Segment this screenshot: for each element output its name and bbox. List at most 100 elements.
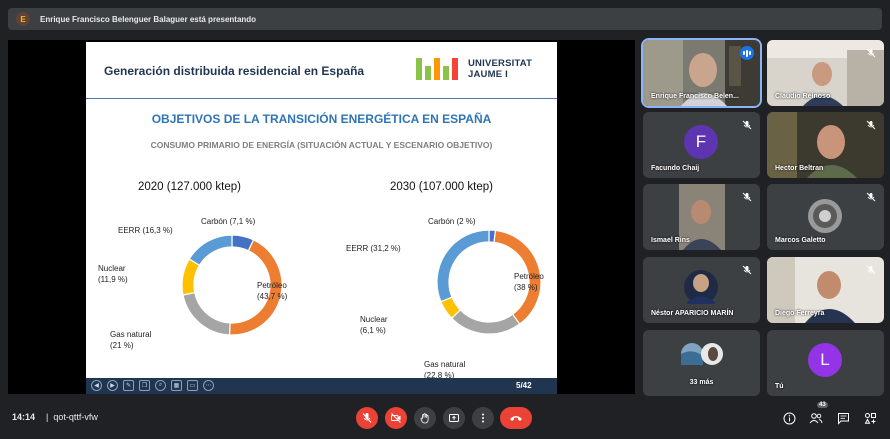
mic-off-icon — [362, 413, 372, 423]
slide-page-number: 5/42 — [516, 381, 532, 390]
chat-icon — [837, 412, 849, 425]
slide-footer: ◀ ▶ ✎ ❐ ⌕ ▦ ▭ ⋯ 5/42 — [86, 378, 557, 394]
bottom-bar: 14:14 | qot-qttf-vfw 43 — [0, 400, 890, 439]
people-button[interactable] — [808, 410, 824, 426]
more-vert-icon — [482, 413, 484, 423]
slice-label-line: Carbón (7,1 %) — [201, 217, 256, 226]
participant-name: Claudio Reinoso — [775, 93, 831, 100]
slice-label-line: Nuclear — [360, 315, 388, 324]
slice-label-line: Petróleo — [514, 272, 544, 281]
participant-name: Marcos Galetto — [775, 237, 826, 244]
meeting-code-text: qot-qttf-vfw — [53, 412, 98, 422]
grid-icon[interactable]: ▦ — [171, 380, 182, 391]
more-participants-avatars — [643, 330, 760, 396]
slice-label: Carbón (2 %) — [428, 216, 476, 227]
slice-label-line: Nuclear — [98, 264, 126, 273]
participant-tile[interactable]: Marcos Galetto — [767, 184, 884, 250]
subtitles-icon[interactable]: ▭ — [187, 380, 198, 391]
clock: 14:14 — [12, 412, 36, 422]
mic-off-icon — [742, 192, 752, 202]
mic-off-icon — [866, 48, 876, 58]
participant-name: Ismael Rins — [651, 237, 690, 244]
more-slide-options-icon[interactable]: ⋯ — [203, 380, 214, 391]
self-tile[interactable]: L Tú — [767, 330, 884, 396]
presentation-stage[interactable]: Generación distribuida residencial en Es… — [8, 40, 635, 394]
donut-charts — [181, 229, 542, 336]
raise-hand-button[interactable] — [414, 407, 436, 429]
donut-slice-nuclear — [181, 258, 201, 296]
slice-label: Petróleo (43,7 %) — [257, 280, 287, 302]
slice-label-line: (43,7 %) — [257, 292, 288, 301]
donut-slice-gas-natural — [182, 291, 231, 336]
presenter-banner-text: Enrique Francisco Belenguer Balaguer est… — [40, 14, 257, 24]
participant-count-badge: 43 — [817, 402, 828, 408]
camera-toggle-button[interactable] — [385, 407, 407, 429]
more-options-button[interactable] — [472, 407, 494, 429]
slice-label: Gas natural (21 %) — [110, 329, 151, 351]
slice-label-line: Carbón (2 %) — [428, 217, 476, 226]
slice-label-line: (11,9 %) — [98, 275, 128, 284]
participant-tile[interactable]: Claudio Reinoso — [767, 40, 884, 106]
participant-tile[interactable]: Néstor APARICIO MARÍN — [643, 257, 760, 323]
presenter-avatar: E — [16, 12, 30, 26]
zoom-icon[interactable]: ⌕ — [155, 380, 166, 391]
slide: Generación distribuida residencial en Es… — [86, 42, 557, 394]
slice-label: Nuclear (11,9 %) — [98, 263, 128, 285]
participant-tile[interactable]: Diego Ferreyra — [767, 257, 884, 323]
speaking-indicator-icon — [740, 46, 754, 60]
meeting-info-button[interactable] — [781, 410, 797, 426]
participant-name: Tú — [775, 383, 784, 390]
more-participants-tile[interactable]: 33 más — [643, 330, 760, 396]
prev-slide-icon[interactable]: ◀ — [91, 380, 102, 391]
slice-label: EERR (16,3 %) — [118, 225, 173, 236]
pen-icon[interactable]: ✎ — [123, 380, 134, 391]
mic-off-icon — [866, 120, 876, 130]
slice-label-line: Gas natural — [424, 360, 466, 369]
slice-label: Carbón (7,1 %) — [201, 216, 255, 227]
mic-toggle-button[interactable] — [356, 407, 378, 429]
present-screen-button[interactable] — [443, 407, 465, 429]
hand-icon — [420, 413, 429, 424]
people-icon — [809, 413, 823, 424]
slice-label: EERR (31,2 %) — [346, 243, 401, 254]
activities-button[interactable] — [862, 410, 878, 426]
slice-label-line: (21 %) — [110, 341, 134, 350]
donut-slice-gas-natural — [450, 309, 521, 335]
participant-name: Diego Ferreyra — [775, 310, 825, 317]
next-slide-icon[interactable]: ▶ — [107, 380, 118, 391]
participant-name: Hector Beltran — [775, 165, 824, 172]
meet-window: E Enrique Francisco Belenguer Balaguer e… — [0, 0, 890, 439]
donut-slice-eerr — [436, 229, 490, 303]
slice-label: Petróleo (38 %) — [514, 271, 544, 293]
participant-name: Enrique Francisco Belen... — [651, 93, 739, 100]
slice-label: Nuclear (6,1 %) — [360, 314, 388, 336]
info-icon — [783, 412, 795, 424]
slice-label-line: Gas natural — [110, 330, 152, 339]
present-icon — [449, 414, 459, 422]
participant-tile[interactable]: Enrique Francisco Belen... — [641, 38, 762, 108]
mic-off-icon — [742, 265, 752, 275]
mic-off-icon — [866, 192, 876, 202]
participant-tile[interactable]: Ismael Rins — [643, 184, 760, 250]
slice-label-line: EERR (16,3 %) — [118, 226, 173, 235]
slice-label-line: Petróleo — [257, 281, 287, 290]
slice-label-line: (6,1 %) — [360, 326, 386, 335]
participant-tile[interactable]: F Facundo Chaij — [643, 112, 760, 178]
more-participants-label: 33 más — [689, 379, 714, 386]
chat-button[interactable] — [835, 410, 851, 426]
hang-up-icon — [510, 416, 522, 421]
presenter-banner: E Enrique Francisco Belenguer Balaguer e… — [8, 8, 882, 30]
slice-label-line: EERR (31,2 %) — [346, 244, 401, 253]
mic-off-icon — [866, 265, 876, 275]
slice-label-line: (38 %) — [514, 283, 538, 292]
participant-tile[interactable]: Hector Beltran — [767, 112, 884, 178]
participant-avatar: F — [684, 125, 718, 159]
activities-icon — [864, 412, 876, 424]
camera-off-icon — [391, 413, 401, 423]
self-avatar: L — [808, 343, 842, 377]
donut-slice-eerr — [188, 234, 233, 267]
leave-call-button[interactable] — [500, 407, 532, 429]
participant-name: Facundo Chaij — [651, 165, 700, 172]
meeting-code: | qot-qttf-vfw — [46, 412, 98, 422]
copy-icon[interactable]: ❐ — [139, 380, 150, 391]
